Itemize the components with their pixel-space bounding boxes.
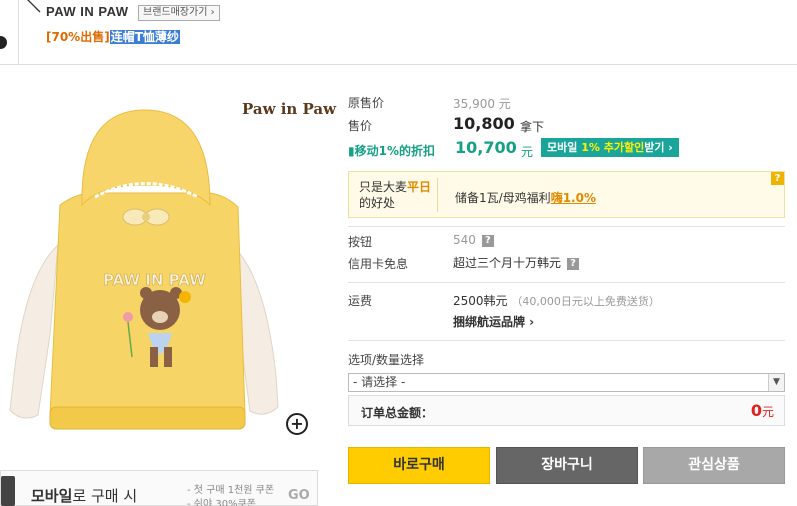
points-value-row: 540?	[453, 233, 494, 247]
points-value: 540	[453, 233, 476, 247]
total-unit: 元	[761, 405, 774, 419]
mobile-price-unit: 元	[521, 145, 534, 159]
mobile-badge-post: 받기 ›	[644, 141, 673, 154]
shipping-label: 运费	[348, 294, 373, 308]
mobile-badge-highlight: 1% 추가할인	[581, 141, 645, 154]
buy-now-button[interactable]: 바로구매	[348, 447, 490, 484]
card-value: 超过三个月十万韩元	[453, 256, 562, 270]
mobile-banner-note: - 첫 구매 1천원 쿠폰	[187, 485, 275, 496]
benefit-text-main: 储备1瓦/母鸡福利	[455, 191, 551, 205]
benefit-rate-link[interactable]: 嗨1.0%	[551, 191, 596, 205]
brand-store-button[interactable]: 브랜드매장가기 ›	[138, 5, 220, 21]
section-divider	[348, 226, 785, 227]
benefit-label-post: 的好处	[359, 196, 396, 210]
section-divider	[348, 340, 785, 341]
benefit-text: 储备1瓦/母鸡福利嗨1.0%	[455, 189, 596, 206]
mobile-discount-label: ▮移动1%的折扣	[348, 142, 435, 159]
back-arrow-icon[interactable]	[22, 0, 42, 16]
chevron-down-icon[interactable]: ▼	[768, 374, 784, 391]
total-value: 0	[750, 401, 762, 420]
mobile-discount-button[interactable]: 모바일 1% 추가할인받기 ›	[541, 138, 679, 157]
header-divider	[0, 64, 797, 65]
smartphone-icon	[1, 476, 15, 506]
mobile-discount-label-text: 移动1%的折扣	[354, 144, 435, 158]
mobile-price-value: 10,700	[455, 138, 517, 157]
header-divider-vertical	[18, 0, 19, 64]
benefit-label: 只是大麦平日 的好处	[359, 179, 431, 211]
mobile-banner-title-bold: 모바일	[31, 487, 73, 505]
bundle-shipping-link[interactable]: 捆绑航运品牌 ›	[453, 313, 534, 330]
brand-name[interactable]: PAW IN PAW	[46, 4, 129, 19]
benefit-label-pre: 只是大麦	[359, 180, 408, 194]
original-price-label: 原售价	[348, 96, 385, 110]
mobile-go-button[interactable]: GO	[288, 488, 310, 503]
sale-price-label: 售价	[348, 119, 373, 133]
promo-title: 连帽T恤薄纱	[109, 30, 180, 44]
mobile-purchase-banner[interactable]: 모바일로 구매 시 - 첫 구매 1천원 쿠폰 - 쉬야 30%쿠폰 GO	[0, 470, 318, 506]
mobile-banner-title-rest: 로 구매 시	[72, 487, 138, 505]
option-label: 选项/数量选择	[348, 353, 425, 367]
total-box: 订单总金额： 0元	[348, 395, 785, 426]
product-title: [70%出售]连帽T恤薄纱	[46, 28, 180, 45]
promo-tag: [70%出售]	[46, 30, 110, 44]
zoom-plus-icon[interactable]: +	[286, 413, 308, 435]
option-select[interactable]: - 请选择 - ▼	[348, 373, 785, 392]
svg-text:PAW IN PAW: PAW IN PAW	[103, 271, 206, 289]
nav-dot-icon[interactable]	[0, 36, 7, 49]
card-value-row: 超过三个月十万韩元?	[453, 254, 580, 271]
card-label: 信用卡免息	[348, 257, 409, 271]
sale-price-suffix: 拿下	[520, 120, 545, 134]
benefit-box: 只是大麦平日 的好处 储备1瓦/母鸡福利嗨1.0% ?	[348, 171, 785, 218]
points-label: 按钮	[348, 235, 373, 249]
card-help-icon[interactable]: ?	[567, 257, 580, 270]
total-value-row: 0元	[751, 401, 774, 420]
benefit-label-highlight: 平日	[407, 180, 432, 194]
mobile-phone-small-icon: ▮	[348, 144, 355, 158]
benefit-divider	[437, 178, 438, 212]
mobile-banner-note: - 쉬야 30%쿠폰	[187, 499, 256, 506]
shipping-note: （40,000日元以上免费送货）	[511, 295, 660, 308]
total-label: 订单总金额：	[361, 406, 434, 420]
shipping-value: 2500韩元	[453, 294, 508, 308]
wishlist-button[interactable]: 관심상품	[643, 447, 785, 484]
add-to-cart-button[interactable]: 장바구니	[496, 447, 638, 484]
benefit-help-icon[interactable]: ?	[771, 172, 784, 185]
mobile-banner-title: 모바일로 구매 시	[31, 485, 137, 506]
sale-price-value: 10,800	[453, 114, 515, 133]
shipping-value-row: 2500韩元 （40,000日元以上免费送货）	[453, 292, 660, 309]
mobile-badge-pre: 모바일	[547, 141, 582, 154]
section-divider	[348, 282, 785, 283]
product-image[interactable]: PAW IN PAW	[0, 85, 330, 465]
original-price-value: 35,900 元	[453, 97, 511, 111]
option-select-value: - 请选择 -	[353, 375, 406, 389]
brand-logo: Paw in Paw	[242, 100, 337, 118]
points-help-icon[interactable]: ?	[481, 234, 494, 247]
